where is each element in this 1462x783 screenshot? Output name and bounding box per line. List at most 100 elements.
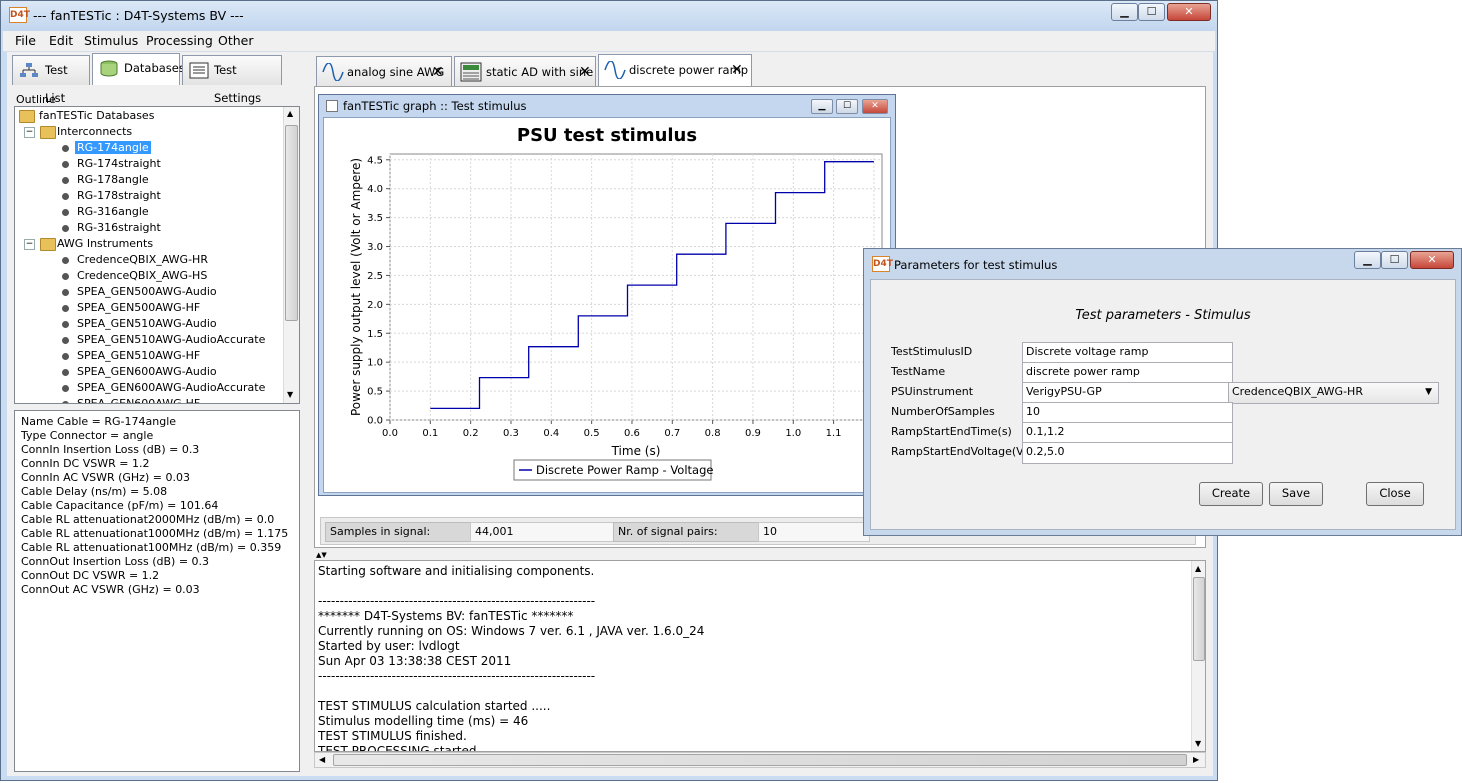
tree-item[interactable]: SPEA_GEN500AWG-HF <box>77 300 200 316</box>
tree-item[interactable]: RG-178straight <box>77 188 161 204</box>
menu-bar: File Edit Stimulus Processing Other <box>3 31 1215 52</box>
console-line: Currently running on OS: Windows 7 ver. … <box>318 624 705 638</box>
number-of-samples-field[interactable]: 10 <box>1022 402 1233 424</box>
tab-test-list[interactable]: Test List <box>12 55 90 105</box>
y-tick-label: 0.5 <box>367 387 383 398</box>
tree-group-interconnects[interactable]: Interconnects <box>57 124 132 140</box>
ramp-time-field[interactable]: 0.1,1.2 <box>1022 422 1233 444</box>
property-line: Name Cable = RG-174angle <box>21 415 177 428</box>
graph-maximize-button[interactable]: ☐ <box>836 99 858 114</box>
x-tick-label: 0.0 <box>382 428 398 439</box>
database-tree[interactable]: fanTESTic Databases − Interconnects RG-1… <box>14 106 300 404</box>
tree-item[interactable]: CredenceQBIX_AWG-HR <box>77 252 208 268</box>
menu-stimulus[interactable]: Stimulus <box>84 33 138 48</box>
tree-item[interactable]: CredenceQBIX_AWG-HS <box>77 268 207 284</box>
tree-item-label: RG-174angle <box>75 141 151 154</box>
node-icon <box>62 193 69 200</box>
tree-item[interactable]: RG-178angle <box>77 172 149 188</box>
app-logo-icon: D4T <box>9 7 30 23</box>
dialog-minimize-button[interactable]: ▁ <box>1354 251 1381 269</box>
scroll-down-icon[interactable]: ▼ <box>1195 739 1201 748</box>
tree-group-awg[interactable]: AWG Instruments <box>57 236 153 252</box>
tab-databases[interactable]: Databases <box>92 53 185 85</box>
x-tick-label: 0.7 <box>664 428 680 439</box>
tree-item-rg174angle[interactable]: RG-174angle <box>75 140 151 156</box>
tree-root[interactable]: fanTESTic Databases <box>39 108 154 124</box>
tab-test-settings[interactable]: Test Settings <box>182 55 282 105</box>
tab-static-ad-sine[interactable]: static AD with sine ✕ <box>454 56 596 86</box>
sine-wave-icon <box>604 61 626 79</box>
tree-item[interactable]: SPEA_GEN510AWG-Audio <box>77 316 217 332</box>
graph-minimize-button[interactable]: ▁ <box>811 99 833 114</box>
collapse-icon[interactable]: − <box>24 239 35 250</box>
console-hscrollbar[interactable]: ◀ ▶ <box>314 752 1206 768</box>
console-line: ----------------------------------------… <box>318 594 596 608</box>
tree-scrollbar[interactable]: ▲ ▼ <box>283 107 299 403</box>
tree-item[interactable]: RG-316angle <box>77 204 149 220</box>
tree-item[interactable]: RG-174straight <box>77 156 161 172</box>
maximize-button[interactable]: ☐ <box>1138 3 1165 21</box>
field-label: TestName <box>891 365 946 378</box>
y-tick-label: 2.5 <box>367 271 383 282</box>
awg-instrument-select[interactable]: CredenceQBIX_AWG-HR ▼ <box>1228 382 1439 404</box>
scroll-up-icon[interactable]: ▲ <box>287 109 293 118</box>
awg-select-value: CredenceQBIX_AWG-HR <box>1232 385 1363 398</box>
property-line: Cable Capacitance (pF/m) = 101.64 <box>21 499 219 512</box>
scroll-up-icon[interactable]: ▲ <box>1195 564 1201 573</box>
tab-discrete-power-ramp[interactable]: discrete power ramp ✕ <box>598 54 752 87</box>
menu-edit[interactable]: Edit <box>49 33 73 48</box>
scroll-down-icon[interactable]: ▼ <box>287 390 293 399</box>
tree-item[interactable]: SPEA_GEN600AWG-Audio <box>77 364 217 380</box>
title-bar[interactable]: D4T --- fanTESTic : D4T-Systems BV --- ▁… <box>1 1 1217 31</box>
close-dialog-button[interactable]: Close <box>1366 482 1424 506</box>
dialog-close-button[interactable]: ✕ <box>1410 251 1454 269</box>
tree-item[interactable]: SPEA_GEN510AWG-HF <box>77 348 200 364</box>
dialog-maximize-button[interactable]: ☐ <box>1381 251 1408 269</box>
property-line: ConnOut DC VSWR = 1.2 <box>21 569 160 582</box>
settings-list-icon <box>189 62 209 79</box>
property-line: ConnOut AC VSWR (GHz) = 0.03 <box>21 583 200 596</box>
menu-other[interactable]: Other <box>218 33 254 48</box>
samples-label: Samples in signal: <box>325 522 471 542</box>
scroll-left-icon[interactable]: ◀ <box>319 755 325 764</box>
menu-processing[interactable]: Processing <box>146 33 213 48</box>
node-icon <box>62 401 69 403</box>
property-line: Cable RL attenuationat1000MHz (dB/m) = 1… <box>21 527 289 540</box>
console-output[interactable]: Starting software and initialising compo… <box>314 560 1206 752</box>
scroll-thumb[interactable] <box>285 125 298 321</box>
property-line: Cable Delay (ns/m) = 5.08 <box>21 485 168 498</box>
scroll-thumb[interactable] <box>1193 577 1205 661</box>
close-tab-icon[interactable]: ✕ <box>432 57 444 87</box>
splitter-arrows-icon[interactable]: ▲▼ <box>316 552 328 559</box>
tab-analog-sine-awg[interactable]: analog sine AWG ✕ <box>316 56 452 86</box>
create-button[interactable]: Create <box>1199 482 1263 506</box>
save-button[interactable]: Save <box>1269 482 1323 506</box>
x-tick-label: 0.6 <box>624 428 640 439</box>
psu-instrument-field[interactable]: VerigyPSU-GP <box>1022 382 1233 404</box>
test-stimulus-id-field[interactable]: Discrete voltage ramp <box>1022 342 1233 364</box>
y-tick-label: 4.5 <box>367 155 383 166</box>
console-scrollbar[interactable]: ▲ ▼ <box>1191 561 1205 751</box>
hscroll-thumb[interactable] <box>333 754 1187 766</box>
node-icon <box>62 353 69 360</box>
console-line: Sun Apr 03 13:38:38 CEST 2011 <box>318 654 512 668</box>
tree-item[interactable]: SPEA_GEN600AWG-AudioAccurate <box>77 380 265 396</box>
scroll-right-icon[interactable]: ▶ <box>1193 755 1199 764</box>
node-icon <box>62 369 69 376</box>
test-name-field[interactable]: discrete power ramp <box>1022 362 1233 384</box>
node-icon <box>62 273 69 280</box>
tree-item[interactable]: SPEA_GEN600AWG-HF <box>77 396 200 403</box>
y-tick-label: 2.0 <box>367 300 383 311</box>
close-button[interactable]: ✕ <box>1167 3 1211 21</box>
graph-close-button[interactable]: ✕ <box>862 99 888 114</box>
stimulus-chart: PSU test stimulus 0.0 0.1 0.2 0.3 0.4 0.5 0.6 0.… <box>349 125 883 481</box>
tree-item[interactable]: RG-316straight <box>77 220 161 236</box>
close-tab-icon[interactable]: ✕ <box>579 57 591 87</box>
menu-file[interactable]: File <box>15 33 36 48</box>
close-tab-icon[interactable]: ✕ <box>731 55 743 85</box>
minimize-button[interactable]: ▁ <box>1111 3 1138 21</box>
collapse-icon[interactable]: − <box>24 127 35 138</box>
tree-item[interactable]: SPEA_GEN510AWG-AudioAccurate <box>77 332 265 348</box>
tree-item[interactable]: SPEA_GEN500AWG-Audio <box>77 284 217 300</box>
ramp-voltage-field[interactable]: 0.2,5.0 <box>1022 442 1233 464</box>
